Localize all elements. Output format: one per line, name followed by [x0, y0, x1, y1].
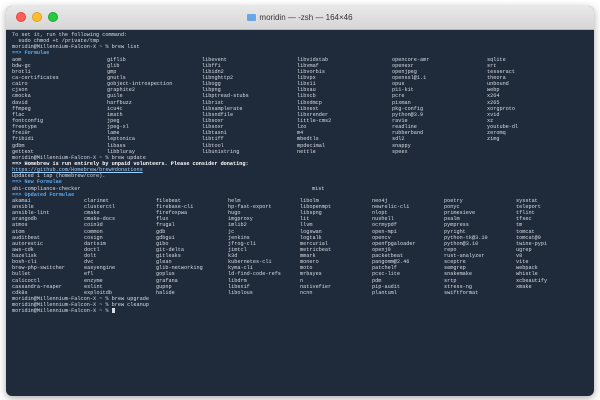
formula-name: swiftformat	[444, 289, 479, 296]
new-formula: abi-compliance-checker	[12, 185, 81, 192]
formula-name: gettext	[12, 148, 34, 155]
formula-name: libunistring	[202, 148, 240, 155]
terminal-output[interactable]: To set it, run the following command: su…	[12, 32, 592, 314]
formula-name: libbluray	[107, 148, 136, 155]
prompt-text: moridin@Millennium-Falcon-X ~ %	[12, 308, 112, 315]
window-title-text: moridin — -zsh — 164×46	[259, 13, 353, 22]
formula-name	[516, 290, 588, 296]
formula-name: speex	[392, 148, 408, 155]
formula-name: nettle	[297, 148, 316, 155]
new-formula: mist	[312, 185, 325, 192]
terminal-window: moridin — -zsh — 164×46 To set it, run t…	[6, 6, 594, 396]
formula-name: libolous	[228, 289, 253, 296]
donate-link[interactable]: https://github.com/Homebrew/brew#donatio…	[12, 167, 143, 173]
formula-name: plantuml	[372, 289, 397, 296]
formulae-list: aom giflib libevent libvidstab opencore-amr s…	[12, 57, 592, 155]
formula-name	[487, 149, 582, 155]
window-title: moridin — -zsh — 164×46	[6, 6, 594, 29]
formula-name: ncnn	[300, 289, 313, 296]
cursor	[111, 308, 115, 314]
folder-icon	[247, 14, 257, 21]
title-bar: moridin — -zsh — 164×46	[6, 6, 594, 30]
prompt-line: moridin@Millennium-Falcon-X ~ %	[12, 308, 592, 314]
updated-formulae-list: akamai clarinet filebeat helm libolm neo4j poe…	[12, 198, 592, 296]
formula-name: halide	[156, 289, 175, 296]
